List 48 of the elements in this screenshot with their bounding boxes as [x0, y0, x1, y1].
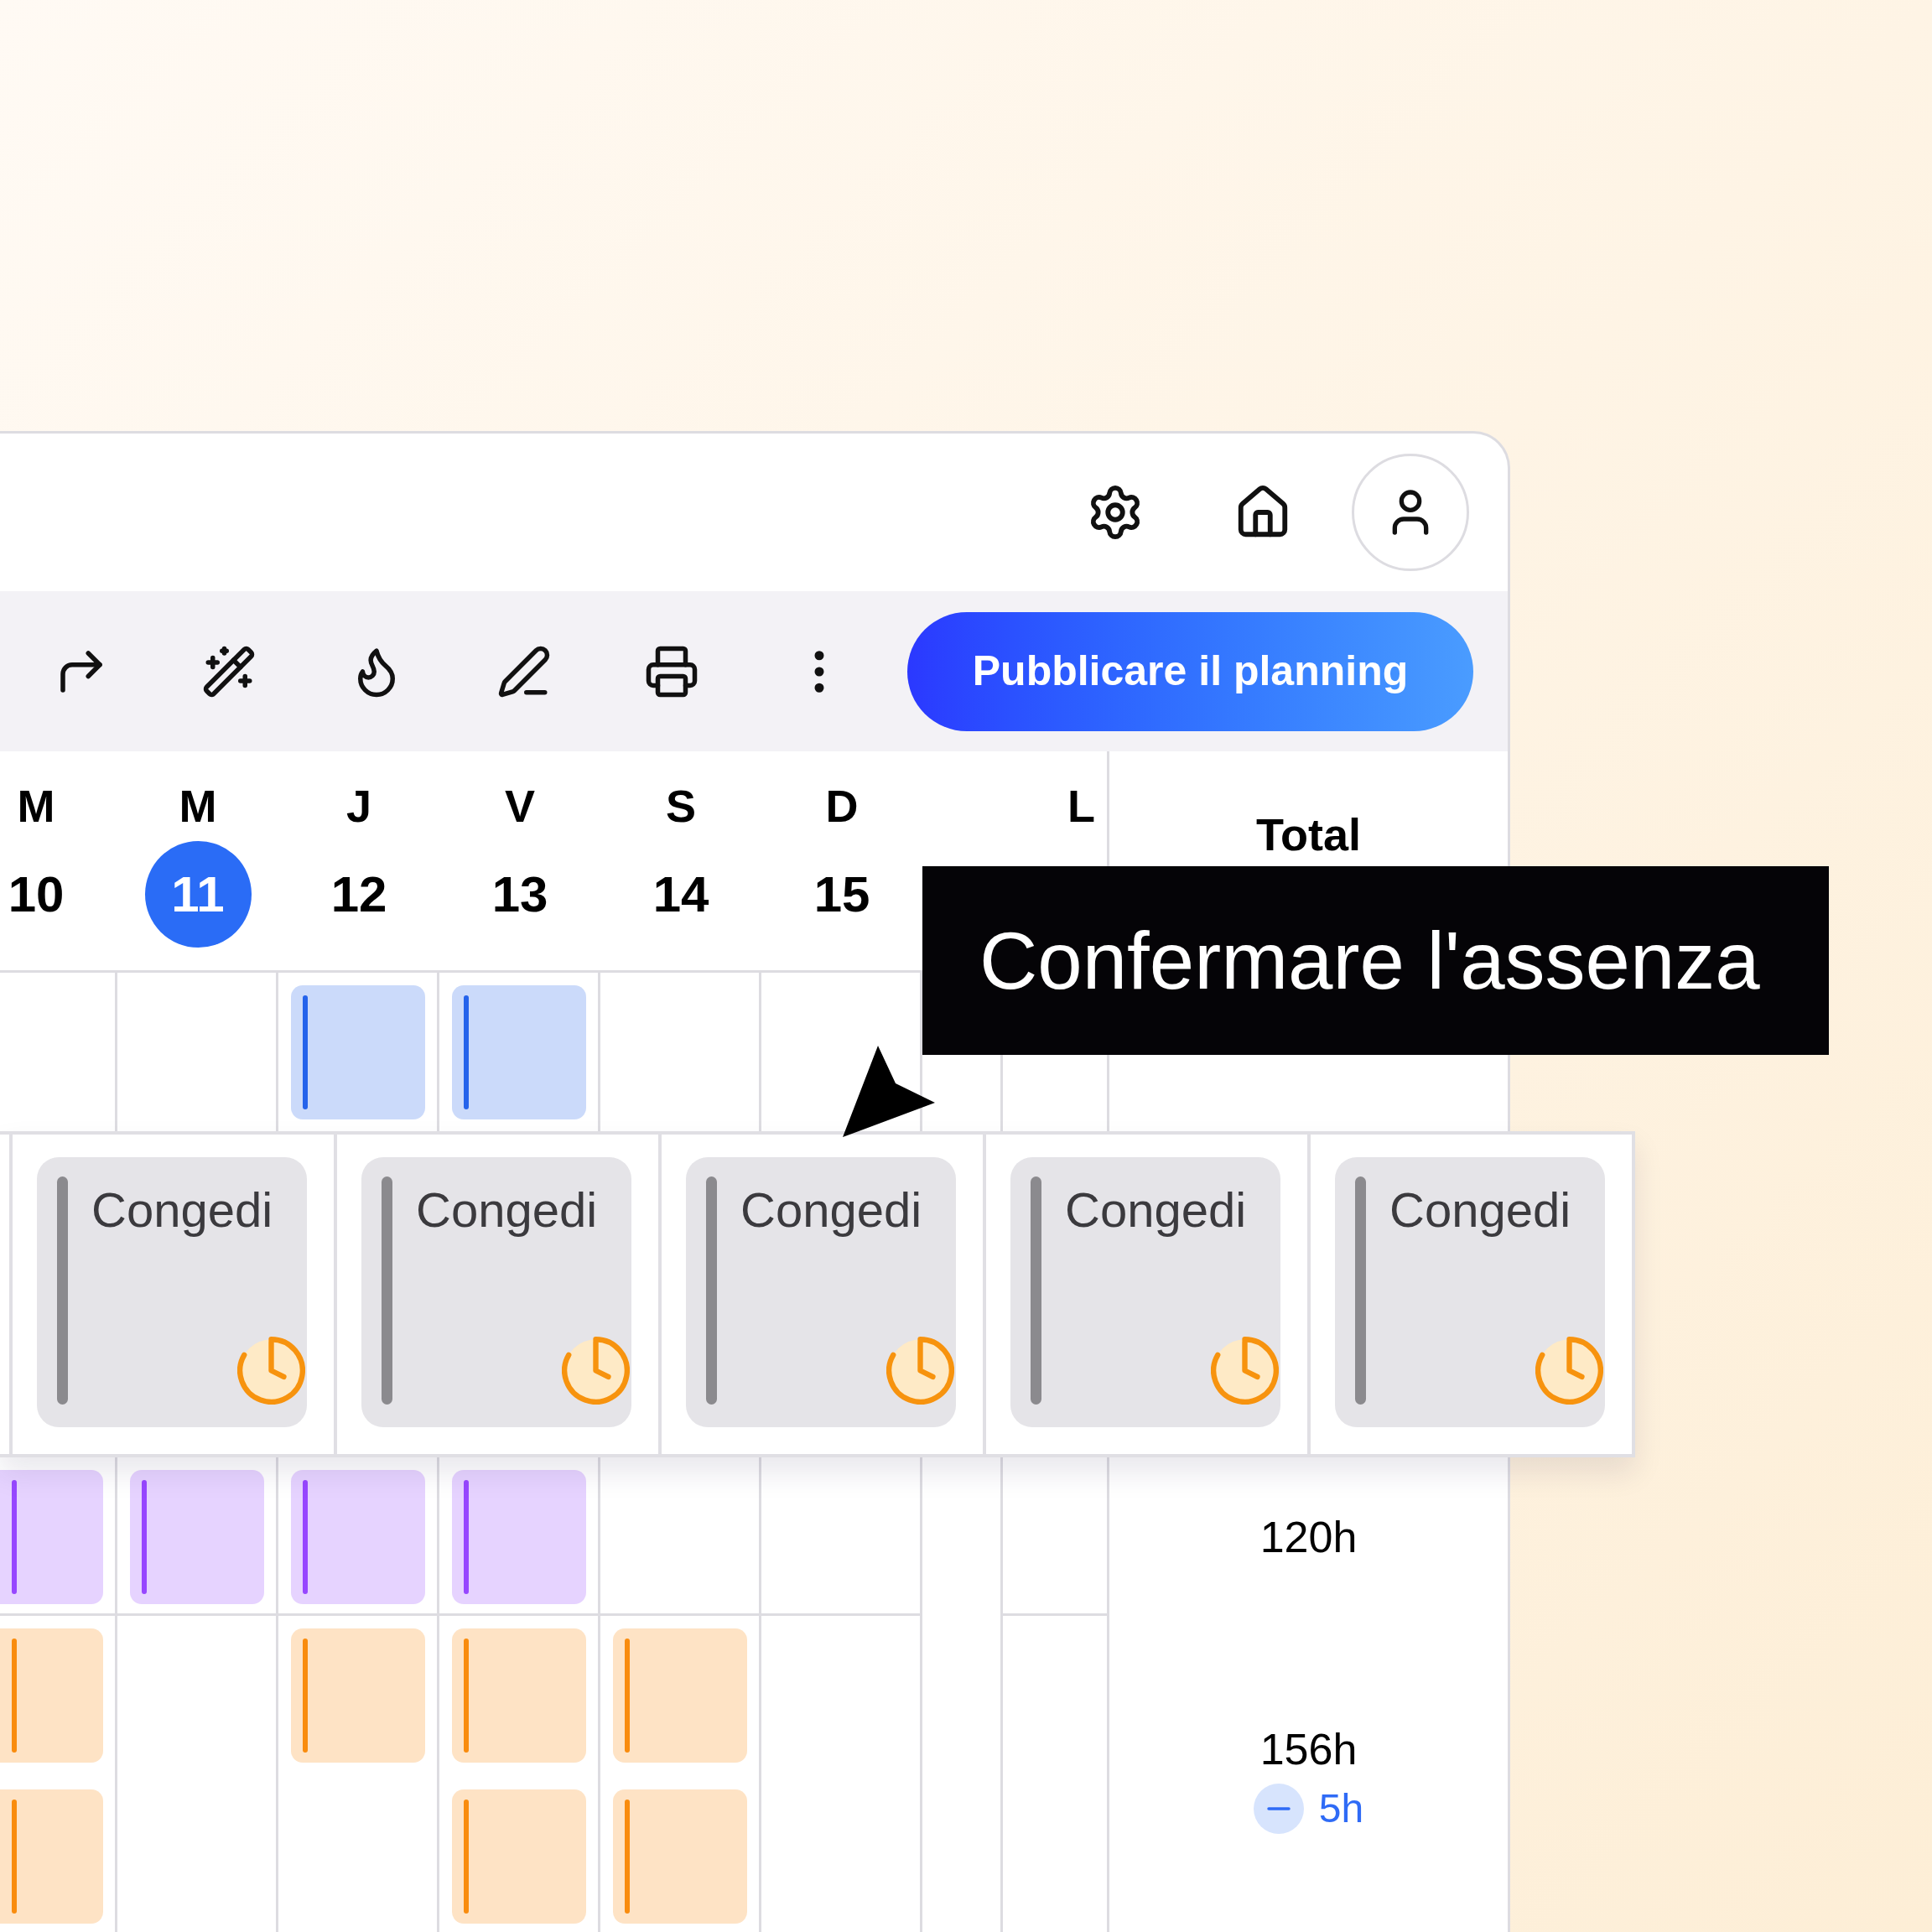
- weekday-label: M: [179, 781, 217, 831]
- absence-card[interactable]: Congedi: [361, 1157, 631, 1427]
- weekday-label: V: [505, 781, 535, 831]
- publish-button[interactable]: Pubblicare il planning: [907, 611, 1473, 731]
- minus-icon: [1253, 1784, 1304, 1834]
- absence-card[interactable]: Congedi: [1010, 1157, 1280, 1427]
- pointer-cursor-icon: [843, 1046, 935, 1137]
- absence-label: Congedi: [1065, 1183, 1248, 1237]
- clock-icon: [562, 1337, 630, 1405]
- date-number[interactable]: 14: [627, 841, 735, 948]
- weekday-label: M: [17, 781, 55, 831]
- shift-block[interactable]: [130, 1470, 264, 1604]
- shift-block[interactable]: [452, 985, 586, 1119]
- absence-label: Congedi: [416, 1183, 599, 1237]
- date-number[interactable]: 10: [0, 841, 90, 948]
- shift-block[interactable]: [452, 1470, 586, 1604]
- shift-block[interactable]: [0, 1789, 103, 1924]
- weekday-label: J: [345, 781, 371, 831]
- date-number[interactable]: 12: [305, 841, 413, 948]
- total-hours: 156h: [1259, 1724, 1358, 1774]
- shift-block[interactable]: [291, 1470, 425, 1604]
- shift-block[interactable]: [291, 1628, 425, 1763]
- shift-block[interactable]: [452, 1628, 586, 1763]
- absence-label: Congedi: [1389, 1183, 1572, 1237]
- shift-block[interactable]: [0, 1628, 103, 1763]
- weekday-label: S: [666, 781, 696, 831]
- shift-block[interactable]: [613, 1628, 747, 1763]
- weekday-label: D: [825, 781, 859, 831]
- date-number[interactable]: 15: [788, 841, 896, 948]
- date-number[interactable]: 11: [144, 841, 252, 948]
- weekday-label: L: [1067, 781, 1095, 831]
- clock-icon: [1535, 1337, 1603, 1405]
- total-hours: 120h: [1259, 1511, 1358, 1562]
- shift-block[interactable]: [613, 1789, 747, 1924]
- absence-card[interactable]: Congedi: [37, 1157, 307, 1427]
- absence-label: Congedi: [91, 1183, 274, 1237]
- shift-block[interactable]: [0, 1470, 103, 1604]
- clock-icon: [237, 1337, 305, 1405]
- clock-icon: [1211, 1337, 1279, 1405]
- shift-block[interactable]: [291, 985, 425, 1119]
- tooltip: Confermare l'assenza: [922, 866, 1829, 1055]
- date-number[interactable]: 13: [466, 841, 574, 948]
- absence-label: Congedi: [740, 1183, 923, 1237]
- clock-icon: [886, 1337, 954, 1405]
- absence-card[interactable]: Congedi: [686, 1157, 956, 1427]
- shift-block[interactable]: [452, 1789, 586, 1924]
- absence-card[interactable]: Congedi: [1335, 1157, 1605, 1427]
- hours-difference: 5h: [1318, 1785, 1364, 1832]
